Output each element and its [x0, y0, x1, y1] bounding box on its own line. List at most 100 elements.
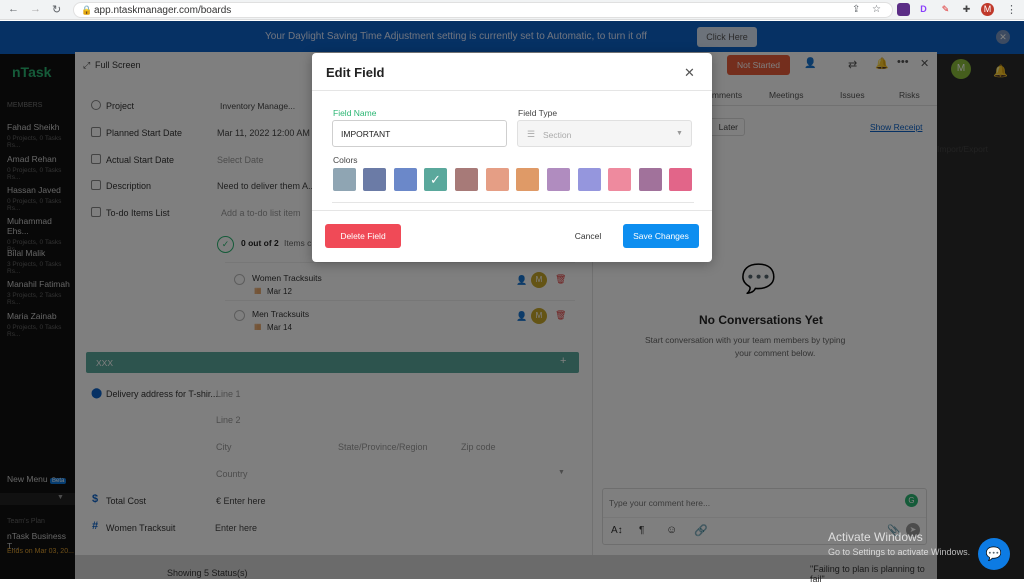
board-footer: Showing 5 Status(s) "Failing to plan is … [75, 555, 937, 584]
section-bar[interactable]: XXX + [86, 352, 579, 373]
close-panel-icon[interactable]: ✕ [920, 57, 929, 70]
todo-checkbox[interactable] [234, 274, 245, 285]
actual-start-value[interactable]: Select Date [217, 155, 264, 165]
browser-toolbar: ← → ↻ 🔒 app.ntaskmanager.com/boards ⇪ ☆ … [0, 0, 1024, 20]
planned-start-value[interactable]: Mar 11, 2022 12:00 AM [217, 128, 310, 138]
close-icon[interactable]: ✕ [684, 65, 695, 81]
url-text: app.ntaskmanager.com/boards [94, 5, 232, 16]
add-todo-input[interactable]: Add a to-do list item [221, 208, 301, 218]
description-icon [91, 180, 101, 190]
hash-icon: # [92, 520, 99, 532]
chat-icon: 💬 [985, 546, 1003, 561]
member-item[interactable]: Bilal Malik 3 Projects, 0 Tasks Rs... [7, 248, 75, 275]
color-swatch[interactable]: ✓ [424, 168, 447, 191]
bell-icon[interactable]: 🔔 [875, 57, 889, 70]
description-value[interactable]: Need to deliver them A... [217, 181, 316, 191]
comment-input[interactable]: Type your comment here... [609, 498, 710, 508]
field-name-input[interactable] [332, 120, 507, 147]
member-item[interactable]: Fahad Sheikh 0 Projects, 0 Tasks Rs... [7, 122, 75, 149]
country-select[interactable]: Country [216, 469, 248, 479]
assign-icon[interactable]: 👤 [516, 275, 527, 286]
total-cost-input[interactable]: € Enter here [216, 496, 266, 506]
reload-icon[interactable]: ↻ [52, 3, 61, 16]
member-item[interactable]: Hassan Javed 0 Projects, 0 Tasks Rs... [7, 185, 75, 212]
banner-close-icon[interactable]: ✕ [996, 30, 1010, 44]
status-not-started-button[interactable]: Not Started [727, 55, 790, 75]
extension-icon[interactable] [897, 3, 910, 16]
todo-list-icon [91, 207, 101, 217]
collapse-toggle[interactable]: ▼ [0, 493, 75, 505]
share-icon[interactable]: ⇪ [852, 4, 860, 15]
field-type-select[interactable]: ☰ Section ▼ [517, 120, 692, 147]
todo-item-date: Mar 14 [267, 323, 292, 332]
women-tracksuit-input[interactable]: Enter here [215, 523, 257, 533]
member-item[interactable]: Amad Rehan 0 Projects, 0 Tasks Rs... [7, 154, 75, 181]
tab-issues[interactable]: Issues [840, 90, 865, 100]
member-item[interactable]: Maria Zainab 0 Projects, 0 Tasks Rs... [7, 311, 75, 338]
emoji-icon[interactable]: ☺ [666, 524, 677, 536]
add-assignee-icon[interactable]: 👤 [804, 58, 816, 69]
extension-d-icon[interactable]: D [917, 3, 930, 16]
zip-input[interactable]: Zip code [461, 442, 496, 452]
tab-risks[interactable]: Risks [899, 90, 920, 100]
cancel-button[interactable]: Cancel [564, 224, 612, 248]
colors-label: Colors [333, 155, 358, 165]
showing-status: Showing 5 Status(s) [167, 568, 248, 578]
grammarly-icon[interactable]: G [905, 494, 918, 507]
color-swatch[interactable] [455, 168, 478, 191]
beta-badge: Beta [50, 478, 67, 484]
avatar: M [531, 272, 547, 288]
show-receipt-link[interactable]: Show Receipt [870, 122, 922, 132]
city-input[interactable]: City [216, 442, 232, 452]
tab-meetings[interactable]: Meetings [769, 90, 804, 100]
todo-checkbox[interactable] [234, 310, 245, 321]
repeat-icon[interactable]: ⇄ [848, 58, 857, 71]
member-item[interactable]: Manahil Fatimah 3 Projects, 2 Tasks Rs... [7, 279, 75, 306]
assign-icon[interactable]: 👤 [516, 311, 527, 322]
link-icon[interactable]: 🔗 [694, 524, 708, 537]
project-value[interactable]: Inventory Manage... [220, 101, 295, 111]
address-line1-input[interactable]: Line 1 [216, 389, 241, 399]
dst-banner: Your Daylight Saving Time Adjustment set… [0, 21, 1024, 54]
text-format-icon[interactable]: A↕ [611, 525, 623, 536]
color-swatch[interactable] [333, 168, 356, 191]
color-swatch[interactable] [516, 168, 539, 191]
state-input[interactable]: State/Province/Region [338, 442, 428, 452]
chat-support-button[interactable]: 💬 [978, 538, 1010, 570]
no-conversations-text: your comment below. [735, 348, 816, 358]
plus-icon[interactable]: + [560, 355, 566, 367]
color-swatch[interactable] [486, 168, 509, 191]
profile-avatar[interactable]: M [981, 3, 994, 16]
paragraph-icon[interactable]: ¶ [639, 525, 644, 536]
back-icon[interactable]: ← [8, 3, 19, 15]
avatar: M [531, 308, 547, 324]
color-swatch[interactable] [394, 168, 417, 191]
avatar[interactable]: M [951, 59, 971, 79]
new-menu-item[interactable]: New Menu Beta [7, 474, 67, 484]
banner-click-here-button[interactable]: Click Here [697, 27, 757, 47]
menu-dots-icon[interactable]: ⋮ [1006, 3, 1017, 16]
pen-icon[interactable]: ✎ [939, 3, 952, 16]
forward-icon[interactable]: → [30, 3, 41, 15]
color-swatch[interactable] [578, 168, 601, 191]
star-icon[interactable]: ☆ [872, 4, 881, 15]
full-screen-button[interactable]: Full Screen [95, 60, 141, 70]
delete-icon[interactable]: 🗑 [555, 310, 566, 321]
address-line2-input[interactable]: Line 2 [216, 415, 241, 425]
members-heading: MEMBERS [7, 102, 43, 109]
bell-icon[interactable]: 🔔 [993, 64, 1008, 78]
field-label-women-tracksuit: Women Tracksuit [106, 523, 176, 533]
import-export-button[interactable]: Import/Export [937, 144, 988, 154]
puzzle-icon[interactable]: ✚ [960, 3, 973, 16]
color-swatch[interactable] [363, 168, 386, 191]
more-icon[interactable]: ••• [897, 56, 909, 68]
color-swatch[interactable] [669, 168, 692, 191]
delete-icon[interactable]: 🗑 [555, 274, 566, 285]
color-swatch[interactable] [639, 168, 662, 191]
address-bar[interactable]: 🔒 app.ntaskmanager.com/boards ⇪ ☆ [73, 2, 893, 18]
delete-field-button[interactable]: Delete Field [325, 224, 401, 248]
save-changes-button[interactable]: Save Changes [623, 224, 699, 248]
fullscreen-icon[interactable]: ⤢ [83, 60, 90, 71]
color-swatch[interactable] [547, 168, 570, 191]
color-swatch[interactable] [608, 168, 631, 191]
